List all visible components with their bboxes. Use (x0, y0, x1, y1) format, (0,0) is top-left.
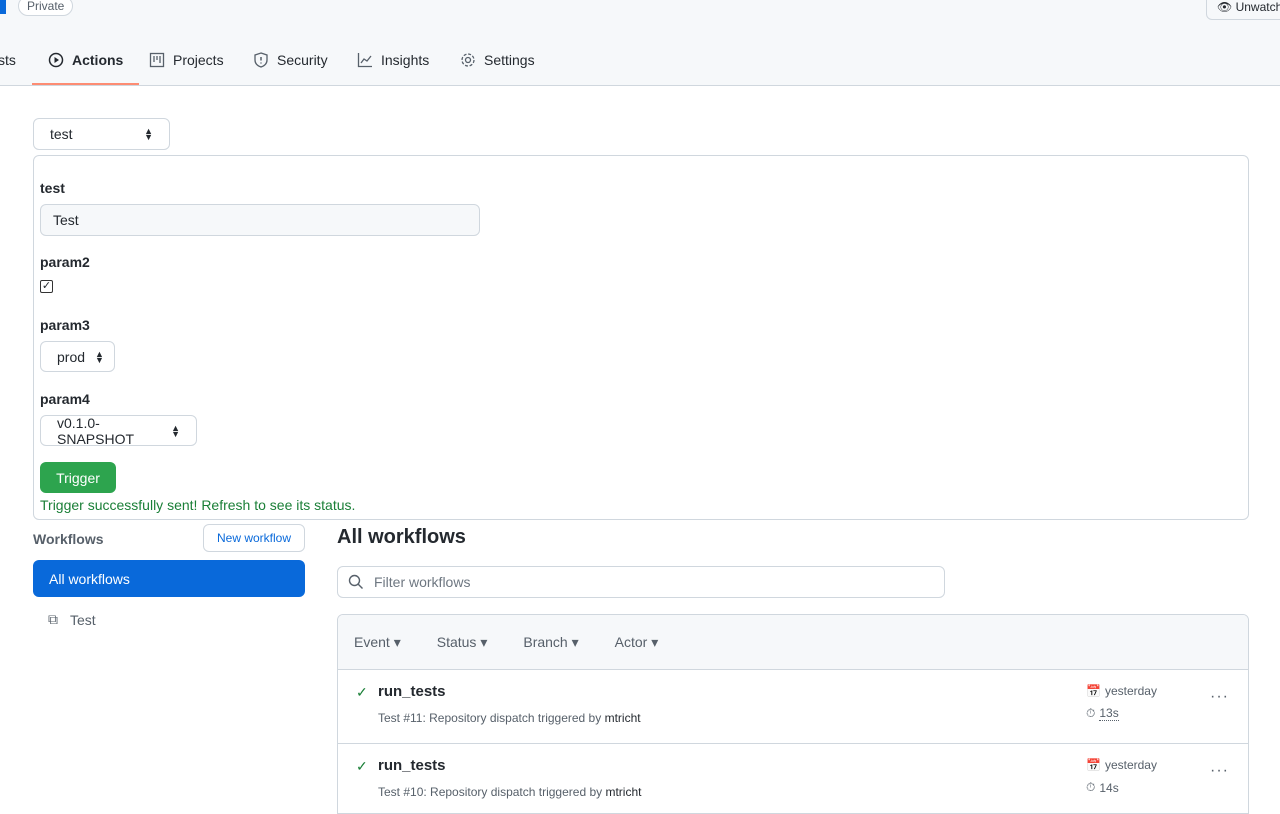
success-check-icon: ✓ (356, 684, 368, 700)
sidebar-item-all-workflows[interactable]: All workflows (33, 560, 305, 597)
gear-icon (461, 53, 475, 67)
play-icon (48, 52, 64, 68)
tab-actions[interactable]: Actions (31, 52, 140, 85)
tab-projects[interactable]: Projects (149, 52, 224, 68)
field-label-test: test (40, 180, 65, 196)
field-label-param4: param4 (40, 391, 90, 407)
new-workflow-button[interactable]: New workflow (203, 524, 305, 552)
branch-filter[interactable]: Branch ▾ (523, 634, 578, 651)
workflow-run-row[interactable]: ✓ run_tests Test #10: Repository dispatc… (338, 744, 1248, 813)
filter-workflows-input[interactable]: Filter workflows (337, 566, 945, 598)
tab-settings[interactable]: Settings (460, 52, 535, 68)
field-label-param2: param2 (40, 254, 90, 270)
status-filter[interactable]: Status ▾ (437, 634, 488, 651)
trigger-button[interactable]: Trigger (40, 462, 116, 493)
calendar-icon: 📅 (1086, 758, 1101, 772)
run-actor[interactable]: mtricht (605, 785, 641, 799)
tab-insights[interactable]: Insights (357, 52, 429, 68)
shield-icon (254, 52, 268, 68)
project-icon (149, 52, 165, 68)
param3-select[interactable]: prod ▲ ▼ (40, 341, 115, 372)
visibility-badge: Private (18, 0, 74, 16)
test-input[interactable]: Test (40, 204, 480, 236)
field-label-param3: param3 (40, 317, 90, 333)
stopwatch-icon: ⏱ (1086, 780, 1096, 794)
dispatch-form: test Test param2 ✓ param3 prod ▲ ▼ param4 … (33, 155, 1249, 520)
actor-filter[interactable]: Actor ▾ (615, 634, 659, 651)
workflow-select[interactable]: test ▲ ▼ (33, 118, 170, 150)
sidebar-item-test[interactable]: ⧉ Test (48, 611, 96, 628)
param4-select[interactable]: v0.1.0-SNAPSHOT ▲ ▼ (40, 415, 197, 447)
more-options-icon[interactable]: ··· (1210, 688, 1229, 706)
event-filter[interactable]: Event ▾ (354, 634, 401, 651)
run-description: Test #10: Repository dispatch triggered … (378, 785, 642, 799)
graph-icon (357, 53, 372, 68)
page-title: All workflows (337, 526, 466, 548)
run-name[interactable]: run_tests (378, 683, 446, 700)
select-arrows-icon: ▲ ▼ (171, 422, 180, 439)
stopwatch-icon: ⏱ (1086, 706, 1096, 720)
repo-name-fragment (0, 0, 6, 14)
run-description: Test #11: Repository dispatch triggered … (378, 711, 641, 725)
search-icon (348, 574, 363, 589)
trigger-status-message: Trigger successfully sent! Refresh to se… (40, 497, 356, 513)
run-actor[interactable]: mtricht (605, 711, 641, 725)
workflows-heading: Workflows (33, 531, 104, 547)
run-name[interactable]: run_tests (378, 757, 446, 774)
workflow-run-row[interactable]: ✓ run_tests Test #11: Repository dispatc… (338, 670, 1248, 744)
eye-icon: 👁 (1217, 0, 1233, 14)
select-arrows-icon: ▲ ▼ (95, 348, 104, 365)
tab-security[interactable]: Security (253, 52, 328, 68)
calendar-icon: 📅 (1086, 684, 1101, 698)
select-arrows-icon: ▲ ▼ (144, 126, 153, 142)
tab-pull-requests[interactable]: sts (0, 52, 16, 68)
repo-header: Private 👁 Unwatch sts Actions Projects S… (0, 0, 1280, 86)
unwatch-button[interactable]: 👁 Unwatch (1206, 0, 1280, 20)
param2-checkbox[interactable]: ✓ (40, 280, 53, 293)
success-check-icon: ✓ (356, 758, 368, 774)
workflow-icon: ⧉ (48, 611, 58, 627)
more-options-icon[interactable]: ··· (1210, 762, 1229, 780)
workflow-runs-list: Event ▾ Status ▾ Branch ▾ Actor ▾ ✓ run_… (337, 614, 1249, 814)
